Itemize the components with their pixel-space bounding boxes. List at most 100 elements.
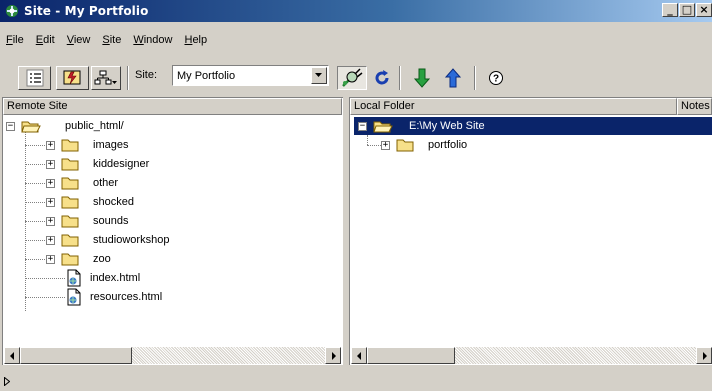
site-label: Site: (135, 69, 158, 81)
folder-icon (61, 196, 79, 209)
expand-icon[interactable]: + (46, 197, 55, 207)
expand-triangle-icon[interactable] (4, 377, 10, 386)
tree-line (367, 135, 368, 145)
scroll-left-button[interactable] (351, 347, 367, 364)
remote-file-node[interactable]: resources.html (66, 288, 164, 306)
remote-folder-node[interactable]: + studioworkshop (46, 231, 171, 249)
get-button[interactable] (410, 66, 434, 90)
title-bar: Site - My Portfolio _ □ × (0, 0, 712, 22)
folder-icon (61, 253, 79, 266)
menu-view-accel: V (66, 34, 74, 46)
site-select-value: My Portfolio (177, 69, 236, 82)
refresh-icon (375, 70, 389, 85)
remote-folder-node[interactable]: + other (46, 174, 120, 192)
open-folder-icon (373, 121, 393, 133)
window-title: Site - My Portfolio (24, 4, 149, 18)
site-dropdown-button[interactable] (311, 67, 327, 84)
expand-icon[interactable]: + (46, 235, 55, 245)
remote-folder-label: sounds (93, 215, 129, 227)
connect-button[interactable] (337, 66, 367, 90)
site-map-button[interactable] (56, 66, 89, 90)
minimize-button[interactable]: _ (662, 3, 678, 17)
expand-icon[interactable]: + (46, 216, 55, 226)
folder-icon (61, 215, 79, 228)
menu-edit[interactable]: Edit (30, 34, 61, 46)
remote-root-label: public_html/ (65, 120, 124, 132)
tree-line (25, 278, 65, 279)
tree-line (25, 125, 26, 311)
scroll-right-icon (331, 351, 336, 360)
menu-help[interactable]: Help (178, 34, 213, 46)
notes-header[interactable]: Notes (677, 98, 712, 115)
toolbar-separator (474, 66, 476, 90)
remote-file-label: index.html (90, 272, 141, 284)
local-root-node[interactable]: − E:\My Web Site (358, 117, 487, 135)
menu-file[interactable]: File (0, 34, 30, 46)
local-horizontal-scrollbar[interactable] (351, 347, 712, 364)
site-map-icon (63, 70, 80, 85)
menu-edit-accel: E (35, 34, 44, 46)
folder-icon (61, 177, 79, 190)
site-files-button[interactable] (18, 66, 51, 90)
expand-icon[interactable]: + (381, 140, 390, 150)
local-folder-node[interactable]: + portfolio (381, 136, 469, 154)
folder-icon (61, 158, 79, 171)
menu-bar: File Edit View Site Window Help (0, 31, 213, 49)
menu-site-rest: ite (109, 34, 122, 46)
scroll-left-icon (356, 351, 361, 360)
menu-window[interactable]: Window (127, 34, 178, 46)
scroll-right-button[interactable] (696, 347, 712, 364)
toolbar-separator (127, 66, 129, 90)
window-controls: _ □ × (661, 3, 712, 17)
menu-file-rest: ile (12, 34, 24, 46)
remote-folder-node[interactable]: + kiddesigner (46, 155, 151, 173)
remote-folder-label: kiddesigner (93, 158, 150, 170)
expand-icon[interactable]: + (46, 159, 55, 169)
help-button[interactable]: ? (484, 66, 508, 90)
menu-site[interactable]: Site (96, 34, 127, 46)
refresh-button[interactable] (370, 66, 394, 90)
folder-icon (61, 139, 79, 152)
expand-icon[interactable]: + (46, 178, 55, 188)
remote-folder-label: zoo (93, 253, 111, 265)
remote-site-header[interactable]: Remote Site (3, 98, 342, 115)
hierarchy-dropdown-icon (94, 70, 117, 85)
remote-folder-node[interactable]: + shocked (46, 193, 136, 211)
scroll-left-icon (9, 351, 14, 360)
toolbar: ? (0, 58, 712, 94)
scroll-thumb[interactable] (367, 347, 455, 364)
html-file-icon (67, 269, 81, 287)
maximize-button[interactable]: □ (679, 3, 695, 17)
site-select[interactable]: My Portfolio (172, 65, 329, 86)
collapse-icon[interactable]: − (358, 121, 367, 131)
remote-file-label: resources.html (90, 291, 163, 303)
connect-plug-icon (342, 68, 363, 87)
scroll-left-button[interactable] (4, 347, 20, 364)
scroll-right-button[interactable] (325, 347, 341, 364)
close-button[interactable]: × (696, 3, 712, 17)
put-button[interactable] (441, 66, 465, 90)
dreamweaver-site-icon (3, 3, 21, 19)
remote-folder-node[interactable]: + sounds (46, 212, 130, 230)
remote-folder-label: images (93, 139, 129, 151)
remote-horizontal-scrollbar[interactable] (4, 347, 341, 364)
menu-view-rest: iew (73, 34, 91, 46)
remote-folder-label: other (93, 177, 119, 189)
expand-icon[interactable]: + (46, 140, 55, 150)
remote-file-node[interactable]: index.html (66, 269, 142, 287)
remote-root-node[interactable]: − public_html/ (6, 117, 126, 135)
expand-icon[interactable]: + (46, 254, 55, 264)
chevron-down-icon (315, 73, 322, 77)
help-icon: ? (489, 71, 503, 85)
collapse-icon[interactable]: − (6, 121, 15, 131)
local-folder-label: portfolio (428, 139, 468, 151)
local-folder-header[interactable]: Local Folder (350, 98, 677, 115)
local-root-label: E:\My Web Site (409, 120, 485, 132)
site-map-options-button[interactable] (91, 66, 121, 90)
menu-file-accel: F (6, 34, 13, 46)
folder-icon (61, 234, 79, 247)
menu-view[interactable]: View (61, 34, 97, 46)
remote-folder-node[interactable]: + zoo (46, 250, 113, 268)
remote-folder-node[interactable]: + images (46, 136, 130, 154)
scroll-thumb[interactable] (20, 347, 132, 364)
